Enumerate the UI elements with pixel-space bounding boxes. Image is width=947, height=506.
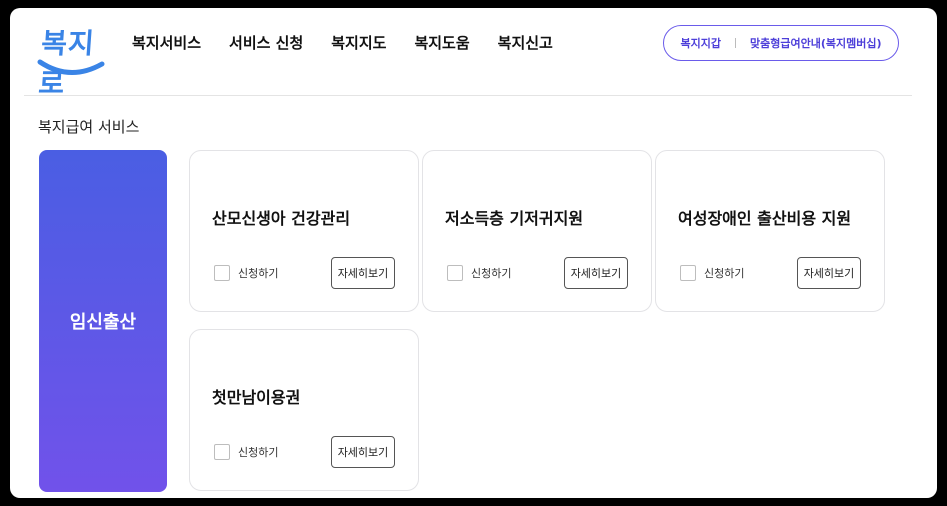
apply-checkbox[interactable]: 신청하기 [447,265,511,281]
detail-button[interactable]: 자세히보기 [797,257,861,289]
apply-checkbox[interactable]: 신청하기 [680,265,744,281]
checkbox-box[interactable] [680,265,696,281]
checkbox-box[interactable] [214,265,230,281]
apply-label: 신청하기 [704,267,745,280]
site-logo[interactable]: 복지로 [36,22,106,100]
apply-label: 신청하기 [471,267,512,280]
nav-item-welfare-report[interactable]: 복지신고 [498,32,553,53]
logo-smile-icon [37,59,105,75]
section-title: 복지급여 서비스 [38,118,140,136]
checkbox-box[interactable] [447,265,463,281]
card-title: 여성장애인 출산비용 지원 [678,209,852,228]
site-header: 복지로 복지서비스 서비스 신청 복지지도 복지도움 복지신고 복지지갑 맞춤형… [10,8,937,100]
service-card[interactable]: 첫만남이용권 신청하기 자세히보기 [189,329,419,491]
card-title: 첫만남이용권 [212,388,301,407]
header-divider [24,95,912,96]
detail-button[interactable]: 자세히보기 [564,257,628,289]
detail-button[interactable]: 자세히보기 [331,436,395,468]
card-title: 저소득층 기저귀지원 [445,209,584,228]
category-pregnancy-birth[interactable]: 임신출산 [39,150,167,492]
service-card[interactable]: 저소득층 기저귀지원 신청하기 자세히보기 [422,150,652,312]
apply-checkbox[interactable]: 신청하기 [214,444,278,460]
main-nav: 복지서비스 서비스 신청 복지지도 복지도움 복지신고 [132,32,581,53]
utility-separator [734,38,736,48]
welfare-wallet-link[interactable]: 복지지갑 [681,35,721,51]
detail-button[interactable]: 자세히보기 [331,257,395,289]
checkbox-box[interactable] [214,444,230,460]
category-label: 임신출산 [69,312,137,333]
page-frame: 복지로 복지서비스 서비스 신청 복지지도 복지도움 복지신고 복지지갑 맞춤형… [10,8,937,498]
apply-checkbox[interactable]: 신청하기 [214,265,278,281]
apply-label: 신청하기 [238,446,279,459]
card-title: 산모신생아 건강관리 [212,209,351,228]
apply-label: 신청하기 [238,267,279,280]
service-card[interactable]: 산모신생아 건강관리 신청하기 자세히보기 [189,150,419,312]
nav-item-welfare-help[interactable]: 복지도움 [414,32,469,53]
nav-item-welfare-map[interactable]: 복지지도 [331,32,386,53]
utility-links: 복지지갑 맞춤형급여안내(복지멤버십) [663,25,899,61]
nav-item-service-apply[interactable]: 서비스 신청 [229,32,303,53]
service-card[interactable]: 여성장애인 출산비용 지원 신청하기 자세히보기 [655,150,885,312]
nav-item-welfare-service[interactable]: 복지서비스 [132,32,201,53]
membership-link[interactable]: 맞춤형급여안내(복지멤버십) [750,35,882,51]
